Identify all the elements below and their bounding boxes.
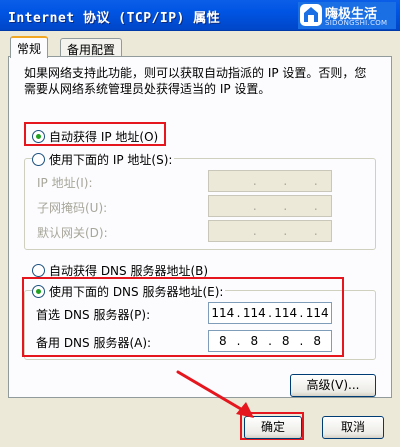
tab-alternate-config-label: 备用配置 bbox=[67, 43, 116, 57]
watermark: 嗨极生活 SIDONGSHI.COM bbox=[298, 2, 396, 29]
description-text: 如果网络支持此功能，则可以获取自动指派的 IP 设置。否则，您需要从网络系统管理… bbox=[24, 66, 367, 96]
tab-general[interactable]: 常规 bbox=[10, 36, 49, 58]
radio-auto-ip[interactable]: 自动获得 IP 地址(O) bbox=[32, 128, 161, 145]
radio-manual-ip-button[interactable] bbox=[32, 153, 45, 166]
advanced-button[interactable]: 高级(V)... bbox=[290, 374, 376, 397]
preferred-dns-field[interactable]: 114. 114. 114. 114 bbox=[208, 302, 332, 324]
radio-manual-ip[interactable]: 使用下面的 IP 地址(S): bbox=[32, 151, 175, 168]
radio-manual-ip-label: 使用下面的 IP 地址(S): bbox=[49, 153, 173, 167]
tab-alternate-config[interactable]: 备用配置 bbox=[60, 38, 123, 58]
tab-general-label: 常规 bbox=[17, 42, 42, 56]
watermark-logo-icon bbox=[300, 4, 322, 26]
radio-manual-dns[interactable]: 使用下面的 DNS 服务器地址(E): bbox=[32, 283, 226, 300]
radio-auto-dns-button[interactable] bbox=[32, 264, 45, 277]
alternate-dns-field[interactable]: 8.8.8.8 bbox=[208, 330, 332, 352]
radio-auto-dns[interactable]: 自动获得 DNS 服务器地址(B) bbox=[32, 262, 211, 279]
window-title: Internet 协议 (TCP/IP) 属性 bbox=[8, 11, 221, 26]
default-gateway-label: 默认网关(D): bbox=[37, 226, 108, 240]
title-bar[interactable]: Internet 协议 (TCP/IP) 属性 嗨极生活 SIDONGSHI.C… bbox=[0, 0, 400, 31]
radio-manual-dns-button[interactable] bbox=[32, 285, 45, 298]
radio-auto-ip-button[interactable] bbox=[32, 130, 45, 143]
default-gateway-field[interactable]: ... bbox=[208, 220, 332, 242]
subnet-mask-label: 子网掩码(U): bbox=[37, 201, 108, 215]
watermark-url: SIDONGSHI.COM bbox=[325, 19, 388, 27]
cancel-button[interactable]: 取消 bbox=[322, 416, 384, 439]
alternate-dns-label: 备用 DNS 服务器(A): bbox=[36, 336, 152, 350]
radio-manual-dns-label: 使用下面的 DNS 服务器地址(E): bbox=[49, 285, 224, 299]
radio-auto-dns-label: 自动获得 DNS 服务器地址(B) bbox=[49, 264, 209, 278]
ip-address-field[interactable]: ... bbox=[208, 170, 332, 192]
ip-address-label: IP 地址(I): bbox=[37, 176, 93, 190]
preferred-dns-label: 首选 DNS 服务器(P): bbox=[36, 308, 151, 322]
ok-button[interactable]: 确定 bbox=[244, 416, 302, 439]
radio-auto-ip-label: 自动获得 IP 地址(O) bbox=[49, 130, 159, 144]
subnet-mask-field[interactable]: ... bbox=[208, 195, 332, 217]
